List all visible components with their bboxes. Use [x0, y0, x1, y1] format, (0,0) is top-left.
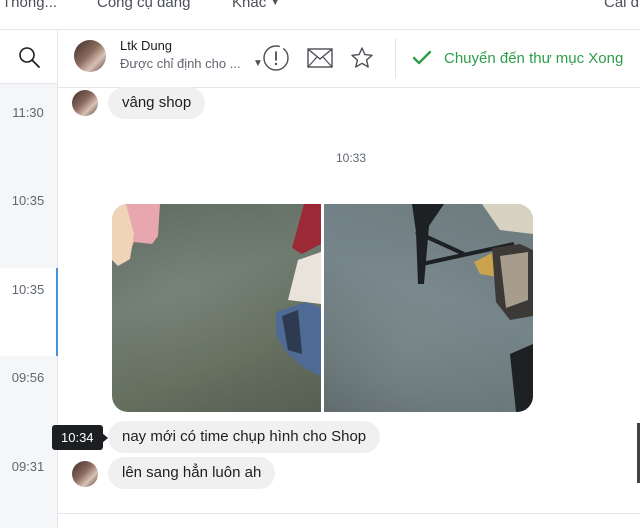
envelope-icon	[307, 48, 333, 68]
photo-content	[112, 204, 321, 376]
star-icon	[351, 47, 373, 68]
nav-item-label: Khác	[232, 0, 267, 11]
chat-area: vâng shop 10:33 10:34 nay mới có time ch…	[52, 87, 640, 528]
nav-item-label: Công cụ đăng	[97, 0, 191, 11]
timeline-time[interactable]: 09:31	[0, 459, 56, 474]
nav-item-khac[interactable]: Khác ▼	[232, 0, 280, 11]
assigned-to-label: Được chỉ định cho ...	[120, 56, 241, 71]
caret-down-icon: ▼	[270, 0, 281, 8]
avatar	[72, 461, 98, 487]
avatar[interactable]	[74, 40, 106, 72]
timeline-time[interactable]: 09:56	[0, 370, 56, 385]
move-to-done-button[interactable]: Chuyển đến thư mục Xong	[395, 38, 623, 78]
nav-item-label: Cài đ	[604, 0, 640, 11]
conversation-header: Ltk Dung Được chỉ định cho ... ▼ Chuyển …	[58, 30, 640, 88]
message-bubble[interactable]: lên sang hẳn luôn ah	[108, 457, 276, 489]
message-bubble[interactable]: nay mới có time chụp hình cho Shop	[108, 421, 381, 453]
timeline-time[interactable]: 11:30	[0, 105, 56, 120]
timestamp: 10:33	[336, 151, 367, 165]
search-icon	[18, 46, 40, 68]
message-bubble[interactable]: vâng shop	[108, 87, 206, 119]
photo-attachment[interactable]	[324, 204, 533, 412]
nav-item-thong[interactable]: Thông...	[2, 0, 57, 11]
composer-bar[interactable]	[58, 513, 640, 528]
check-icon	[412, 50, 432, 65]
report-button[interactable]	[262, 44, 290, 72]
photo-attachment[interactable]	[112, 204, 321, 412]
timeline-time[interactable]: 10:35	[0, 193, 56, 208]
mark-unread-button[interactable]	[306, 44, 334, 72]
nav-item-label: Thông...	[2, 0, 58, 11]
star-button[interactable]	[348, 44, 376, 72]
photo-content	[412, 204, 533, 412]
exclamation-icon	[263, 45, 289, 71]
timeline-time[interactable]: 10:35	[0, 282, 56, 297]
search-button[interactable]	[0, 30, 57, 84]
contact-name[interactable]: Ltk Dung	[120, 38, 172, 53]
move-to-done-label: Chuyển đến thư mục Xong	[444, 49, 624, 67]
top-nav: Thông... Công cụ đăng Khác ▼ Cài đ	[0, 0, 640, 30]
nav-item-cong-cu-dang[interactable]: Công cụ đăng	[97, 0, 190, 11]
avatar	[72, 90, 98, 116]
nav-item-cai-dat[interactable]: Cài đ	[604, 0, 639, 11]
timeline-column: 11:30 10:35 10:35 09:56 09:31	[0, 30, 58, 528]
hover-timestamp-tooltip: 10:34	[52, 425, 108, 450]
